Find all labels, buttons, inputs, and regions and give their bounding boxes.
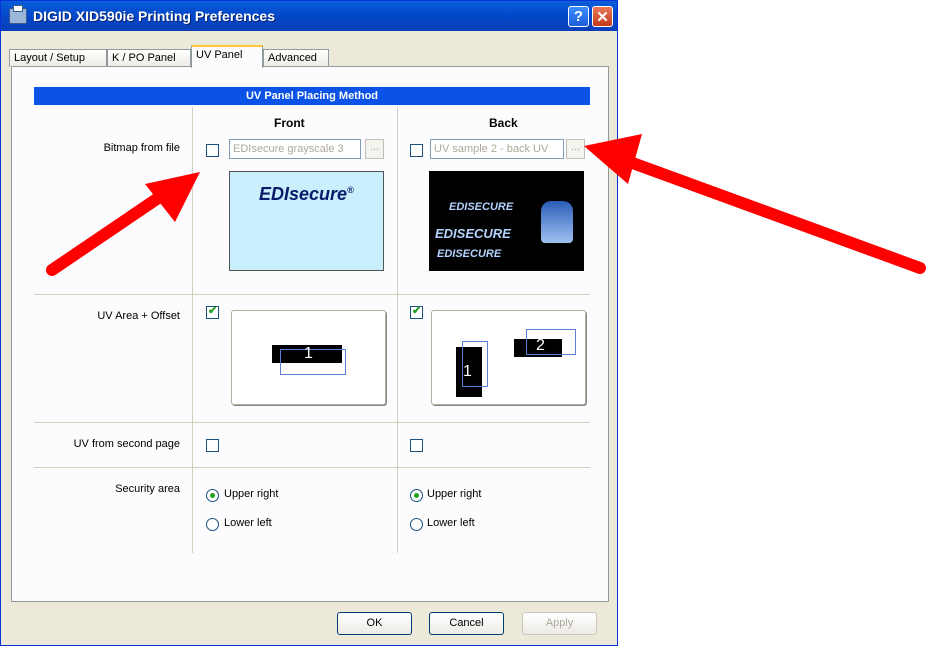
section-header: UV Panel Placing Method [34, 87, 590, 105]
tab-layout-setup[interactable]: Layout / Setup [9, 49, 107, 67]
back-second-page-checkbox[interactable] [410, 439, 423, 452]
front-bitmap-file-field[interactable]: EDIsecure grayscale 3 [229, 139, 361, 159]
close-icon: ✕ [596, 8, 609, 26]
back-upper-right-radio[interactable] [410, 489, 423, 502]
back-bitmap-file-field[interactable]: UV sample 2 - back UV [430, 139, 564, 159]
row-divider [34, 467, 590, 468]
back-uv-area-offset-2 [526, 329, 576, 355]
left-red-arrow-icon [46, 172, 200, 276]
back-uv-area-checkbox[interactable] [410, 304, 423, 319]
front-upper-right-label: Upper right [224, 488, 279, 500]
column-divider [397, 107, 398, 553]
uv-panel-page: UV Panel Placing Method Front Back Bitma… [11, 66, 609, 602]
uv-area-offset-label: UV Area + Offset [97, 310, 180, 322]
front-uv-area-checkbox[interactable] [206, 304, 219, 319]
front-edisecure-logo: EDIsecure® [259, 184, 354, 204]
back-logo-3: EDISECURE [437, 248, 502, 260]
back-area-marker-2: 2 [536, 337, 545, 354]
printer-icon [9, 5, 27, 24]
front-upper-right-radio[interactable] [206, 489, 219, 502]
front-browse-button[interactable]: ... [365, 139, 384, 159]
registered-mark: ® [347, 185, 354, 195]
front-column-header: Front [274, 116, 305, 130]
front-uv-area-preview-button[interactable]: 1 [231, 310, 386, 405]
back-area-marker-1: 1 [463, 363, 472, 380]
front-bitmap-checkbox[interactable] [206, 144, 219, 157]
front-lower-left-label: Lower left [224, 517, 272, 529]
ok-button[interactable]: OK [337, 612, 412, 635]
uv-second-page-label: UV from second page [73, 438, 180, 450]
back-lower-left-label: Lower left [427, 517, 475, 529]
row-divider [34, 294, 590, 295]
front-lower-left-radio[interactable] [206, 518, 219, 531]
back-logo-1: EDISECURE [449, 201, 514, 213]
back-upper-right-label: Upper right [427, 488, 482, 500]
bitmap-from-file-label: Bitmap from file [103, 142, 180, 154]
front-bitmap-preview: EDIsecure® [229, 171, 384, 271]
help-button[interactable]: ? [568, 6, 589, 27]
back-bitmap-preview: EDISECURE EDISECURE EDISECURE [429, 171, 584, 271]
tab-uv-panel[interactable]: UV Panel [191, 45, 263, 68]
back-lower-left-radio[interactable] [410, 518, 423, 531]
apply-button[interactable]: Apply [522, 612, 597, 635]
security-area-label: Security area [115, 483, 180, 495]
title-bar[interactable]: DIGID XID590ie Printing Preferences ? ✕ [1, 1, 617, 31]
tab-k-po-panel[interactable]: K / PO Panel [107, 49, 191, 67]
right-red-arrow-icon [584, 134, 926, 274]
front-area-marker: 1 [304, 345, 313, 362]
printing-preferences-dialog: DIGID XID590ie Printing Preferences ? ✕ … [0, 0, 618, 646]
back-uv-area-preview-button[interactable]: 1 2 [431, 310, 586, 405]
close-button[interactable]: ✕ [592, 6, 613, 27]
cancel-button[interactable]: Cancel [429, 612, 504, 635]
row-divider [34, 422, 590, 423]
window-title: DIGID XID590ie Printing Preferences [33, 8, 275, 24]
front-second-page-checkbox[interactable] [206, 439, 219, 452]
tab-advanced[interactable]: Advanced [263, 49, 329, 67]
front-uv-area-offset [280, 349, 346, 375]
back-column-header: Back [489, 116, 518, 130]
portrait-image [541, 201, 573, 243]
back-logo-2: EDISECURE [435, 226, 511, 241]
back-bitmap-checkbox[interactable] [410, 144, 423, 157]
